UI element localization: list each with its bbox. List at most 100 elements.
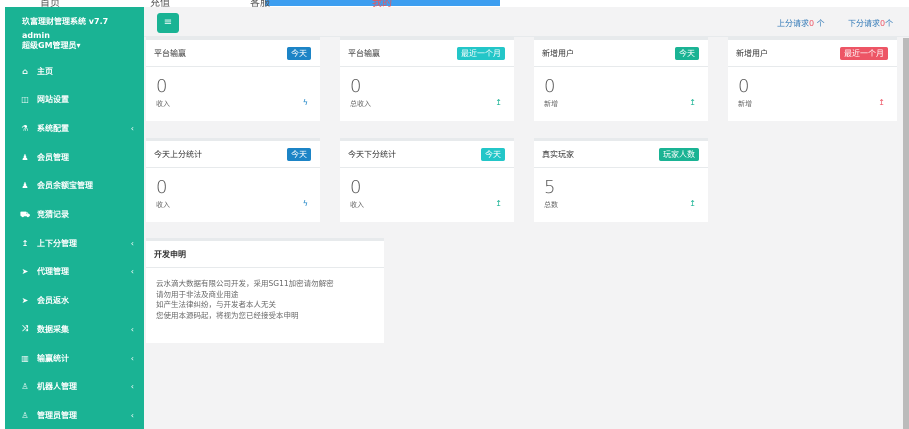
level-up-icon: ↥ bbox=[689, 98, 696, 107]
notice-line: 如产生法律纠纷，与开发者本人无关 bbox=[156, 300, 276, 309]
sidebar-item-label: 输赢统计 bbox=[37, 353, 69, 363]
chevron-left-icon: ‹ bbox=[130, 353, 134, 363]
car-icon: ⛟ bbox=[20, 209, 31, 219]
card-value: 0 bbox=[350, 177, 362, 198]
sidebar-item-label: 上下分管理 bbox=[37, 238, 77, 248]
user-role: 超级GM管理员 bbox=[22, 41, 77, 50]
level-up-icon: ↥ bbox=[495, 98, 502, 107]
card-value: 5 bbox=[544, 177, 556, 198]
stat-card: 平台输赢 最近一个月 0 总收入 ↥ bbox=[340, 37, 514, 121]
notice-card: 开发申明 云水滴大数据有限公司开发，采用SG11加密请勿解密 请勿用于非法及商业… bbox=[146, 238, 384, 343]
card-value: 0 bbox=[350, 76, 362, 97]
period-badge: 玩家人数 bbox=[659, 148, 699, 161]
bolt-icon: ϟ bbox=[302, 199, 308, 208]
sidebar-item-label: 竞猜记录 bbox=[37, 210, 69, 219]
sidebar-item[interactable]: ◫ 网站设置 bbox=[5, 90, 144, 110]
period-badge: 最近一个月 bbox=[840, 47, 888, 60]
sidebar-item-label: 系统配置 bbox=[37, 123, 69, 133]
sidebar-item-label: 机器人管理 bbox=[37, 382, 77, 392]
card-subtitle: 收入 bbox=[156, 100, 170, 108]
sidebar-item[interactable]: ➤ 代理管理 ‹ bbox=[5, 262, 144, 282]
level-up-icon: ↥ bbox=[689, 199, 696, 208]
username: admin bbox=[22, 31, 50, 40]
card-subtitle: 新增 bbox=[738, 100, 752, 108]
chevron-left-icon: ‹ bbox=[130, 267, 134, 277]
sidebar-item-label: 代理管理 bbox=[37, 267, 69, 277]
bolt-icon: ϟ bbox=[302, 98, 308, 107]
notice-line: 云水滴大数据有限公司开发，采用SG11加密请勿解密 bbox=[156, 279, 334, 288]
sidebar-item[interactable]: ⤨ 数据采集 ‹ bbox=[5, 319, 144, 339]
paper-plane-icon: ➤ bbox=[21, 267, 29, 277]
card-value: 0 bbox=[738, 76, 750, 97]
top-nav-recharge[interactable]: 充值 bbox=[150, 0, 170, 7]
male-icon: ♙ bbox=[21, 410, 29, 420]
up-request-link[interactable]: 上分请求0 个 bbox=[777, 18, 825, 29]
user-icon: ♟ bbox=[21, 152, 29, 162]
sidebar-item[interactable]: ⛟ 竞猜记录 bbox=[5, 205, 144, 225]
up-request-unit: 个 bbox=[814, 19, 825, 28]
stat-card: 新增用户 最近一个月 0 新增 ↥ bbox=[728, 37, 897, 121]
sidebar-item[interactable]: ♙ 管理员管理 ‹ bbox=[5, 405, 144, 425]
sidebar-item-label: 管理员管理 bbox=[37, 410, 77, 420]
top-nav-service[interactable]: 客服 bbox=[250, 0, 270, 7]
stat-card: 今天下分统计 今天 0 收入 ↥ bbox=[340, 138, 514, 222]
stat-card: 今天上分统计 今天 0 收入 ϟ bbox=[146, 138, 320, 222]
card-value: 0 bbox=[156, 76, 168, 97]
level-up-icon: ↥ bbox=[21, 238, 29, 248]
user-icon: ♟ bbox=[21, 181, 29, 191]
card-subtitle: 收入 bbox=[156, 201, 170, 209]
sidebar: 玖富理财管理系统 v7.7 admin 超级GM管理员▾ ⌂ 主页 ◫ 网站设置 ⚗ 系统… bbox=[5, 7, 144, 429]
top-nav-home[interactable]: 首页 bbox=[40, 0, 60, 7]
sidebar-item[interactable]: ♟ 会员管理 bbox=[5, 147, 144, 167]
notice-line: 您使用本源码起，将视为您已经接受本申明 bbox=[156, 310, 299, 320]
period-badge: 今天 bbox=[481, 148, 505, 161]
top-nav-mine[interactable]: 我的 bbox=[372, 0, 392, 7]
sidebar-item-label: 会员返水 bbox=[37, 296, 69, 306]
level-up-icon: ↥ bbox=[495, 199, 502, 208]
menu-toggle-button[interactable]: ≡ bbox=[157, 13, 179, 33]
sidebar-item[interactable]: ↥ 上下分管理 ‹ bbox=[5, 233, 144, 253]
sidebar-item-label: 会员余额宝管理 bbox=[37, 181, 93, 191]
down-request-label: 下分请求 bbox=[848, 19, 880, 28]
chevron-left-icon: ‹ bbox=[130, 238, 134, 248]
stat-card: 平台输赢 今天 0 收入 ϟ bbox=[146, 37, 320, 121]
sidebar-item-label: 会员管理 bbox=[37, 152, 69, 162]
stat-card: 真实玩家 玩家人数 5 总数 ↥ bbox=[534, 138, 708, 222]
chevron-left-icon: ‹ bbox=[130, 123, 134, 133]
card-subtitle: 收入 bbox=[350, 201, 364, 209]
top-nav-strip: 首页 充值 客服 我的 bbox=[0, 0, 909, 7]
sidebar-item[interactable]: ⌂ 主页 bbox=[5, 61, 144, 81]
period-badge: 今天 bbox=[675, 47, 699, 60]
card-title: 平台输赢 bbox=[348, 49, 380, 58]
sidebar-item[interactable]: ♙ 机器人管理 ‹ bbox=[5, 377, 144, 397]
main-content: ≡ 上分请求0 个 下分请求0个 平台输赢 今天 0 收入 ϟ 平台输赢 最近一个月 … bbox=[144, 7, 909, 429]
home-icon: ⌂ bbox=[22, 66, 28, 76]
columns-icon: ◫ bbox=[21, 95, 29, 105]
card-subtitle: 新增 bbox=[544, 100, 558, 108]
card-title: 真实玩家 bbox=[542, 150, 574, 159]
chevron-left-icon: ‹ bbox=[130, 324, 134, 334]
notice-line: 请勿用于非法及商业用途 bbox=[156, 289, 239, 299]
user-profile[interactable]: admin 超级GM管理员▾ bbox=[22, 31, 81, 51]
card-title: 今天下分统计 bbox=[348, 150, 396, 159]
chevron-left-icon: ‹ bbox=[130, 410, 134, 420]
down-request-link[interactable]: 下分请求0个 bbox=[848, 18, 893, 29]
stat-card: 新增用户 今天 0 新增 ↥ bbox=[534, 37, 708, 121]
period-badge: 今天 bbox=[287, 47, 311, 60]
male-icon: ♙ bbox=[21, 382, 29, 392]
card-subtitle: 总数 bbox=[544, 201, 558, 209]
level-up-icon: ↥ bbox=[878, 98, 885, 107]
sidebar-item-label: 数据采集 bbox=[37, 324, 69, 334]
sidebar-item[interactable]: ▥ 输赢统计 ‹ bbox=[5, 348, 144, 368]
card-value: 0 bbox=[544, 76, 556, 97]
notice-title: 开发申明 bbox=[154, 250, 186, 259]
sidebar-item[interactable]: ⚗ 系统配置 ‹ bbox=[5, 118, 144, 138]
sidebar-item[interactable]: ➤ 会员返水 bbox=[5, 291, 144, 311]
flask-icon: ⚗ bbox=[21, 123, 29, 133]
scrollbar[interactable] bbox=[903, 38, 909, 429]
bar-chart-icon: ▥ bbox=[21, 353, 29, 363]
sidebar-item[interactable]: ♟ 会员余额宝管理 bbox=[5, 176, 144, 196]
card-subtitle: 总收入 bbox=[350, 100, 371, 108]
random-icon: ⤨ bbox=[21, 324, 29, 334]
card-title: 新增用户 bbox=[736, 49, 768, 58]
